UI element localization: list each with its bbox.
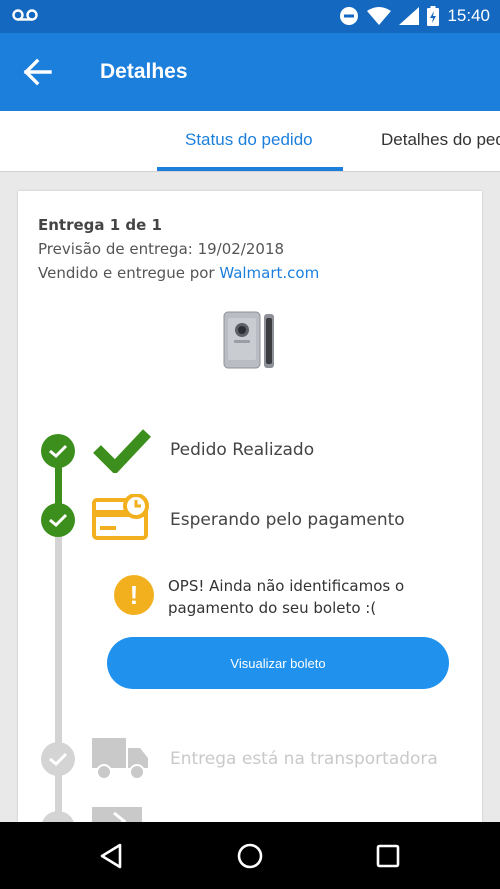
step-2-status-dot	[41, 503, 75, 537]
truck-icon	[92, 738, 148, 780]
battery-charging-icon	[427, 6, 440, 26]
app-bar: Detalhes	[0, 33, 500, 111]
tab-bar: Status do pedido Detalhes do pedido	[0, 111, 500, 172]
delivery-count: Entrega 1 de 1	[38, 216, 162, 234]
checkmark-icon	[93, 429, 151, 473]
seller-line: Vendido e entregue por Walmart.com	[38, 261, 319, 285]
check-icon	[49, 444, 68, 459]
view-boleto-button[interactable]: Visualizar boleto	[107, 637, 449, 689]
system-navigation-bar	[0, 822, 500, 889]
back-arrow-icon[interactable]	[22, 58, 54, 86]
tab-detalhes-do-pedido[interactable]: Detalhes do pedido	[381, 130, 500, 150]
step-3-label: Entrega está na transportadora	[170, 749, 438, 769]
sold-by-label: Vendido e entregue por	[38, 264, 220, 282]
payment-card-clock-icon	[92, 494, 149, 540]
warning-icon: !	[114, 575, 154, 615]
payment-warning-message: OPS! Ainda não identificamos o pagamento…	[168, 577, 405, 617]
step-1-status-dot	[41, 434, 75, 468]
check-icon	[49, 513, 68, 528]
home-icon[interactable]	[236, 842, 264, 870]
recents-icon[interactable]	[375, 843, 401, 869]
tab-status-do-pedido[interactable]: Status do pedido	[185, 130, 313, 150]
signal-icon	[399, 7, 420, 25]
voicemail-icon	[12, 9, 38, 21]
active-tab-indicator	[157, 167, 343, 171]
product-phone-image[interactable]	[222, 310, 278, 370]
delivery-info: Entrega 1 de 1 Previsão de entrega: 19/0…	[38, 213, 319, 285]
back-icon[interactable]	[98, 842, 124, 870]
check-icon	[49, 752, 68, 767]
step-2-label: Esperando pelo pagamento	[170, 510, 405, 530]
step-1-label: Pedido Realizado	[170, 440, 315, 460]
timeline-line-pending	[55, 521, 62, 831]
step-3-status-dot	[41, 742, 75, 776]
do-not-disturb-icon	[340, 7, 359, 25]
delivery-forecast: Previsão de entrega: 19/02/2018	[38, 240, 285, 258]
clock-time: 15:40	[447, 6, 490, 25]
order-status-card: Entrega 1 de 1 Previsão de entrega: 19/0…	[18, 191, 482, 845]
seller-link[interactable]: Walmart.com	[219, 264, 319, 282]
status-bar: 15:40	[0, 0, 500, 33]
page-title: Detalhes	[100, 60, 188, 83]
wifi-icon	[367, 7, 392, 25]
